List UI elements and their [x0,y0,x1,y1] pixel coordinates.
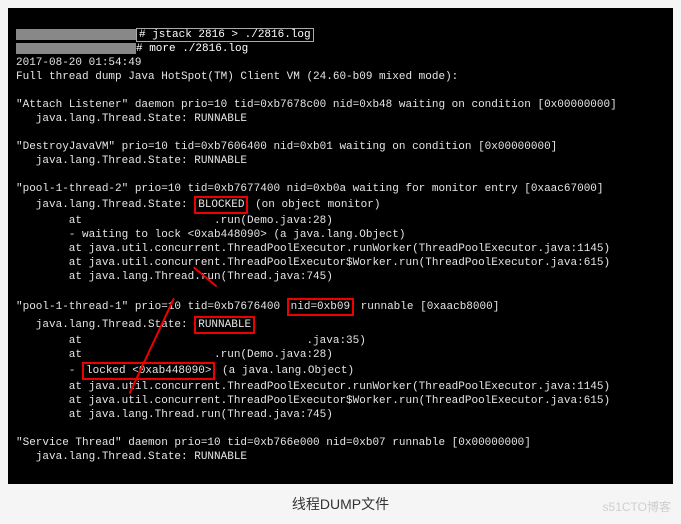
pool2-header: "pool-1-thread-2" prio=10 tid=0xb7677400… [16,183,604,195]
pool2-stack-4: at java.lang.Thread.run(Thread.java:745) [16,271,333,283]
pool2-state-line: java.lang.Thread.State: BLOCKED (on obje… [16,199,380,211]
destroy-javavm-line: "DestroyJavaVM" prio=10 tid=0xb7606400 n… [16,141,557,153]
pool2-waiting-lock: - waiting to lock <0xab448090> (a java.l… [16,229,405,241]
pool1-header: "pool-1-thread-1" prio=10 tid=0xb7676400… [16,301,499,313]
pool1-stack-3: at java.util.concurrent.ThreadPoolExecut… [16,381,610,393]
pool2-stack-2: at java.util.concurrent.ThreadPoolExecut… [16,243,610,255]
locked-highlight: locked <0xab448090> [82,362,215,380]
pool1-stack-1: at .java:35) [16,335,366,347]
pool1-stack-2: at .run(Demo.java:28) [16,349,333,361]
pool2-stack-1: at .run(Demo.java:28) [16,215,333,227]
pool1-state-line: java.lang.Thread.State: RUNNABLE [16,319,255,331]
redacted-block [16,29,136,40]
service-thread-state: java.lang.Thread.State: RUNNABLE [16,451,247,463]
dump-header: Full thread dump Java HotSpot(TM) Client… [16,71,458,83]
attach-listener-line: "Attach Listener" daemon prio=10 tid=0xb… [16,99,617,111]
command-more: # more ./2816.log [136,43,248,55]
runnable-highlight: RUNNABLE [194,316,255,334]
watermark-text: s51CTO博客 [603,498,671,515]
terminal-output: # jstack 2816 > ./2816.log # more ./2816… [8,8,673,484]
caption-text: 线程DUMP文件 [0,484,681,524]
redacted-block [16,43,136,54]
timestamp: 2017-08-20 01:54:49 [16,57,141,69]
pool1-locked-line: - locked <0xab448090> (a java.lang.Objec… [16,365,354,377]
prompt-line-1: # jstack 2816 > ./2816.log [16,29,314,41]
pool2-stack-3: at java.util.concurrent.ThreadPoolExecut… [16,257,610,269]
blocked-highlight: BLOCKED [194,196,248,214]
attach-listener-state: java.lang.Thread.State: RUNNABLE [16,113,247,125]
prompt-line-2: # more ./2816.log [16,43,248,55]
service-thread-line: "Service Thread" daemon prio=10 tid=0xb7… [16,437,531,449]
command-jstack: # jstack 2816 > ./2816.log [136,28,314,42]
nid-highlight: nid=0xb09 [287,298,354,316]
pool1-stack-4: at java.util.concurrent.ThreadPoolExecut… [16,395,610,407]
pool1-stack-5: at java.lang.Thread.run(Thread.java:745) [16,409,333,421]
destroy-javavm-state: java.lang.Thread.State: RUNNABLE [16,155,247,167]
